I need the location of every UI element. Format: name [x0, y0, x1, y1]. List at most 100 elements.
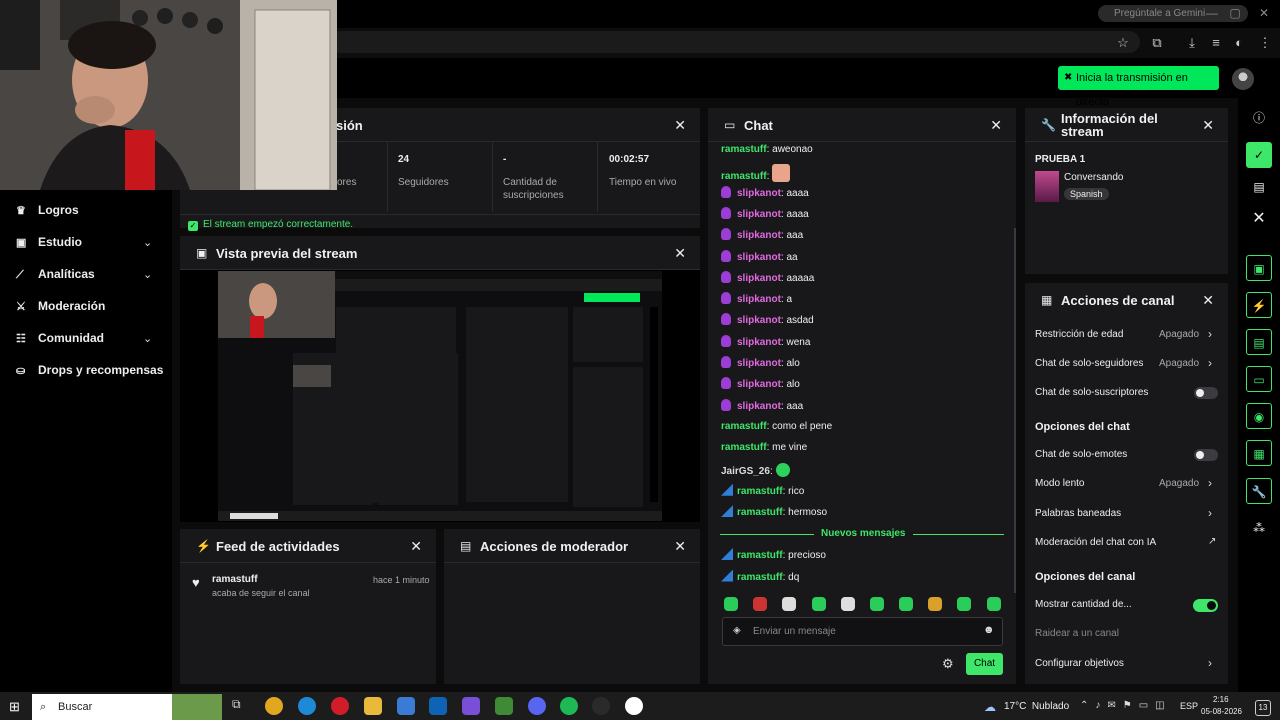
- broadcast-icon[interactable]: ◉: [1246, 403, 1272, 429]
- close-icon[interactable]: ✕: [1246, 206, 1272, 232]
- info-icon[interactable]: ⓘ: [1246, 105, 1272, 131]
- configure-goals-row[interactable]: Configurar objetivos: [1035, 657, 1124, 671]
- chat-username[interactable]: slipkanot: [737, 294, 781, 305]
- maximize-button[interactable]: ▢: [1227, 6, 1243, 20]
- chat-message[interactable]: slipkanot: aaaaa: [721, 270, 814, 285]
- minimize-button[interactable]: —: [1204, 6, 1220, 20]
- emoji-icon[interactable]: ☻: [983, 624, 995, 636]
- obs-icon[interactable]: [625, 697, 643, 715]
- show-count-toggle[interactable]: [1193, 599, 1218, 612]
- bolt-icon[interactable]: ⚡: [1246, 292, 1272, 318]
- raid-channel-row[interactable]: Raidear a un canal: [1035, 627, 1119, 641]
- chat-message[interactable]: slipkanot: alo: [721, 356, 800, 370]
- copilot-icon[interactable]: [462, 697, 480, 715]
- chat-username[interactable]: slipkanot: [737, 358, 781, 369]
- emote-icon[interactable]: [812, 597, 826, 611]
- slow-mode-row[interactable]: Modo lento: [1035, 477, 1084, 491]
- weather-text[interactable]: 17°C Nublado: [1004, 701, 1069, 712]
- go-live-button[interactable]: ✖ Inicia la transmisión en directo: [1058, 66, 1219, 108]
- close-icon[interactable]: ✕: [990, 117, 1002, 134]
- wrench-icon[interactable]: 🔧: [1246, 478, 1272, 504]
- input-language[interactable]: ESP: [1180, 701, 1198, 711]
- close-icon[interactable]: ✕: [1202, 117, 1214, 134]
- chat-message[interactable]: JairGS_26:: [721, 462, 790, 477]
- chat-username[interactable]: ramastuff: [721, 171, 767, 182]
- chat-scrollbar[interactable]: [1014, 228, 1016, 593]
- emote-icon[interactable]: [899, 597, 913, 611]
- emote-icon[interactable]: [724, 597, 738, 611]
- emote-icon[interactable]: [957, 597, 971, 611]
- reading-list-icon[interactable]: ≡: [1207, 34, 1225, 52]
- chat-message[interactable]: ramastuff: me vine: [721, 441, 807, 455]
- chat-message[interactable]: ramastuff: dq: [721, 569, 799, 584]
- nav-item-drops[interactable]: ⛀ Drops y recompensas: [16, 362, 163, 378]
- chat-message[interactable]: ramastuff: hermoso: [721, 505, 827, 519]
- chat-message[interactable]: slipkanot: asdad: [721, 313, 814, 327]
- chat-message[interactable]: slipkanot: aaa: [721, 228, 803, 242]
- nav-item-logros[interactable]: ♛ Logros: [16, 202, 79, 218]
- download-icon[interactable]: ⤓: [1183, 34, 1201, 52]
- clip-icon[interactable]: ▣: [1246, 255, 1272, 281]
- nav-item-comunidad[interactable]: ☷ Comunidad: [16, 330, 104, 346]
- avatar[interactable]: [1232, 68, 1254, 90]
- chat-username[interactable]: ramastuff: [721, 421, 767, 432]
- emote-icon[interactable]: [987, 597, 1001, 611]
- close-icon[interactable]: ✕: [674, 538, 686, 555]
- chevron-right-icon[interactable]: ›: [1208, 356, 1212, 370]
- chat-username[interactable]: slipkanot: [737, 252, 781, 263]
- chat-message[interactable]: ramastuff: aweonao: [721, 143, 813, 157]
- chat-username[interactable]: slipkanot: [737, 230, 781, 241]
- close-icon[interactable]: ✕: [1202, 292, 1214, 309]
- chat-username[interactable]: ramastuff: [737, 507, 783, 518]
- subs-only-toggle[interactable]: [1194, 387, 1218, 399]
- banned-words-row[interactable]: Palabras baneadas: [1035, 507, 1121, 521]
- age-restriction-row[interactable]: Restricción de edad: [1035, 328, 1123, 342]
- tray-icons[interactable]: ⌃♪✉⚑▭◫: [1080, 700, 1172, 711]
- chat-message[interactable]: slipkanot: aaaa: [721, 185, 809, 200]
- edge-icon[interactable]: [298, 697, 316, 715]
- emote-icon[interactable]: [753, 597, 767, 611]
- notifications-badge[interactable]: 13: [1255, 700, 1271, 716]
- nav-item-analiticas[interactable]: ⟋ Analíticas: [16, 266, 95, 282]
- chat-username[interactable]: slipkanot: [737, 209, 781, 220]
- close-icon[interactable]: ✕: [674, 117, 686, 134]
- chat-username[interactable]: slipkanot: [737, 188, 781, 199]
- followers-only-row[interactable]: Chat de solo-seguidores: [1035, 357, 1143, 371]
- close-icon[interactable]: ✕: [410, 538, 422, 555]
- emote-icon[interactable]: [870, 597, 884, 611]
- outlook-icon[interactable]: [429, 697, 447, 715]
- emote-icon[interactable]: [928, 597, 942, 611]
- ai-moderation-row[interactable]: Moderación del chat con IA: [1035, 536, 1156, 550]
- chat-message[interactable]: slipkanot: aaaa: [721, 206, 809, 221]
- chevron-right-icon[interactable]: ›: [1208, 327, 1212, 341]
- chrome-icon[interactable]: [265, 697, 283, 715]
- chat-message[interactable]: ramastuff: como el pene: [721, 420, 832, 434]
- checkmark-icon[interactable]: ✓: [1246, 142, 1272, 168]
- chat-message[interactable]: slipkanot: aaa: [721, 398, 803, 413]
- chat-username[interactable]: ramastuff: [721, 144, 767, 155]
- chevron-down-icon[interactable]: ⌄: [143, 268, 152, 281]
- chat-message[interactable]: ramastuff:: [721, 164, 791, 183]
- chat-message[interactable]: slipkanot: a: [721, 292, 792, 306]
- chat-username[interactable]: slipkanot: [737, 315, 781, 326]
- category-name[interactable]: Conversando: [1064, 172, 1123, 183]
- chat-username[interactable]: slipkanot: [737, 273, 781, 284]
- gear-icon[interactable]: ⚙: [942, 656, 954, 672]
- emote-icon[interactable]: [782, 597, 796, 611]
- minecraft-icon[interactable]: [495, 697, 513, 715]
- gemini-button[interactable]: Pregúntale a Gemini: [1098, 5, 1248, 22]
- channel-icon[interactable]: ▦: [1246, 440, 1272, 466]
- profile-icon[interactable]: ◐: [1230, 34, 1248, 52]
- external-link-icon[interactable]: ↗: [1208, 536, 1216, 547]
- close-icon[interactable]: ✕: [674, 245, 686, 262]
- extensions-icon[interactable]: ⧉: [1148, 34, 1166, 52]
- chat-message[interactable]: ramastuff: precioso: [721, 548, 826, 562]
- chat-username[interactable]: ramastuff: [721, 442, 767, 453]
- send-chat-button[interactable]: Chat: [966, 653, 1003, 675]
- browser-menu-icon[interactable]: ⋮: [1256, 34, 1274, 52]
- discord-icon[interactable]: [528, 697, 546, 715]
- chat-input[interactable]: ◈ Enviar un mensaje ☻: [722, 617, 1003, 646]
- activity-user[interactable]: ramastuff: [212, 574, 258, 585]
- chevron-down-icon[interactable]: ⌄: [143, 332, 152, 345]
- nav-item-estudio[interactable]: ▣ Estudio: [16, 234, 82, 250]
